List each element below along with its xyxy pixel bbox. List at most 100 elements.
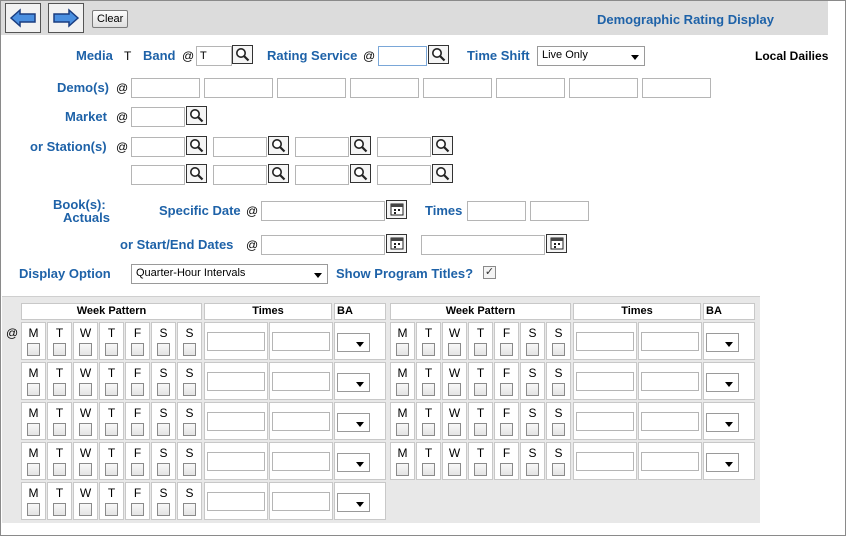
end-date-calendar-button[interactable] <box>546 234 567 253</box>
day-checkbox[interactable] <box>526 383 539 396</box>
ba-select[interactable] <box>706 373 739 392</box>
day-checkbox[interactable] <box>79 503 92 516</box>
day-checkbox[interactable] <box>448 383 461 396</box>
day-checkbox[interactable] <box>526 463 539 476</box>
ba-select[interactable] <box>706 413 739 432</box>
station-input-1[interactable] <box>131 137 185 157</box>
day-checkbox[interactable] <box>422 423 435 436</box>
day-checkbox[interactable] <box>526 423 539 436</box>
demo-input-4[interactable] <box>350 78 419 98</box>
station-input-5[interactable] <box>131 165 185 185</box>
day-checkbox[interactable] <box>131 423 144 436</box>
show-program-titles-checkbox[interactable]: ✓ <box>483 266 496 279</box>
clear-button[interactable]: Clear <box>92 10 129 28</box>
day-checkbox[interactable] <box>53 463 66 476</box>
day-checkbox[interactable] <box>157 343 170 356</box>
ba-select[interactable] <box>337 453 370 472</box>
market-input[interactable] <box>131 107 185 127</box>
day-checkbox[interactable] <box>183 423 196 436</box>
station-input-4[interactable] <box>377 137 431 157</box>
day-checkbox[interactable] <box>157 503 170 516</box>
day-checkbox[interactable] <box>422 343 435 356</box>
band-lookup-button[interactable] <box>232 45 253 64</box>
times-input-start[interactable] <box>467 201 526 221</box>
station-lookup-button-8[interactable] <box>432 164 453 183</box>
time-input[interactable] <box>641 452 699 471</box>
demo-input-5[interactable] <box>423 78 492 98</box>
day-checkbox[interactable] <box>105 343 118 356</box>
day-checkbox[interactable] <box>131 383 144 396</box>
day-checkbox[interactable] <box>552 383 565 396</box>
specific-date-input[interactable] <box>261 201 385 221</box>
back-button[interactable] <box>5 3 41 33</box>
time-input[interactable] <box>272 332 330 351</box>
time-input[interactable] <box>207 372 265 391</box>
time-input[interactable] <box>272 452 330 471</box>
ba-select[interactable] <box>706 453 739 472</box>
demo-input-8[interactable] <box>642 78 711 98</box>
day-checkbox[interactable] <box>131 503 144 516</box>
day-checkbox[interactable] <box>448 343 461 356</box>
station-lookup-button-2[interactable] <box>268 136 289 155</box>
day-checkbox[interactable] <box>53 383 66 396</box>
demo-input-3[interactable] <box>277 78 346 98</box>
time-input[interactable] <box>207 452 265 471</box>
time-input[interactable] <box>576 452 634 471</box>
day-checkbox[interactable] <box>27 463 40 476</box>
station-input-7[interactable] <box>295 165 349 185</box>
day-checkbox[interactable] <box>27 343 40 356</box>
day-checkbox[interactable] <box>105 383 118 396</box>
day-checkbox[interactable] <box>422 383 435 396</box>
day-checkbox[interactable] <box>79 383 92 396</box>
demo-input-2[interactable] <box>204 78 273 98</box>
day-checkbox[interactable] <box>183 383 196 396</box>
ba-select[interactable] <box>337 493 370 512</box>
day-checkbox[interactable] <box>396 343 409 356</box>
day-checkbox[interactable] <box>552 463 565 476</box>
time-shift-select[interactable]: Live Only <box>537 46 645 66</box>
time-input[interactable] <box>576 372 634 391</box>
day-checkbox[interactable] <box>500 423 513 436</box>
start-date-calendar-button[interactable] <box>386 234 407 253</box>
rating-service-input[interactable] <box>378 46 427 66</box>
day-checkbox[interactable] <box>500 383 513 396</box>
time-input[interactable] <box>641 372 699 391</box>
day-checkbox[interactable] <box>448 463 461 476</box>
demo-input-1[interactable] <box>131 78 200 98</box>
station-lookup-button-7[interactable] <box>350 164 371 183</box>
day-checkbox[interactable] <box>422 463 435 476</box>
time-input[interactable] <box>272 372 330 391</box>
ba-select[interactable] <box>337 333 370 352</box>
day-checkbox[interactable] <box>27 383 40 396</box>
day-checkbox[interactable] <box>27 503 40 516</box>
day-checkbox[interactable] <box>27 423 40 436</box>
ba-select[interactable] <box>706 333 739 352</box>
day-checkbox[interactable] <box>53 343 66 356</box>
ba-select[interactable] <box>337 413 370 432</box>
day-checkbox[interactable] <box>131 343 144 356</box>
day-checkbox[interactable] <box>157 463 170 476</box>
day-checkbox[interactable] <box>474 383 487 396</box>
rating-service-lookup-button[interactable] <box>428 45 449 64</box>
day-checkbox[interactable] <box>500 463 513 476</box>
day-checkbox[interactable] <box>105 423 118 436</box>
time-input[interactable] <box>641 412 699 431</box>
station-lookup-button-4[interactable] <box>432 136 453 155</box>
day-checkbox[interactable] <box>79 423 92 436</box>
day-checkbox[interactable] <box>183 503 196 516</box>
time-input[interactable] <box>641 332 699 351</box>
station-lookup-button-3[interactable] <box>350 136 371 155</box>
day-checkbox[interactable] <box>105 463 118 476</box>
specific-date-calendar-button[interactable] <box>386 200 407 219</box>
forward-button[interactable] <box>48 3 84 33</box>
day-checkbox[interactable] <box>105 503 118 516</box>
day-checkbox[interactable] <box>552 423 565 436</box>
station-lookup-button-1[interactable] <box>186 136 207 155</box>
demo-input-7[interactable] <box>569 78 638 98</box>
end-date-input[interactable] <box>421 235 545 255</box>
start-date-input[interactable] <box>261 235 385 255</box>
time-input[interactable] <box>207 492 265 511</box>
display-option-select[interactable]: Quarter-Hour Intervals <box>131 264 328 284</box>
times-input-end[interactable] <box>530 201 589 221</box>
station-input-3[interactable] <box>295 137 349 157</box>
